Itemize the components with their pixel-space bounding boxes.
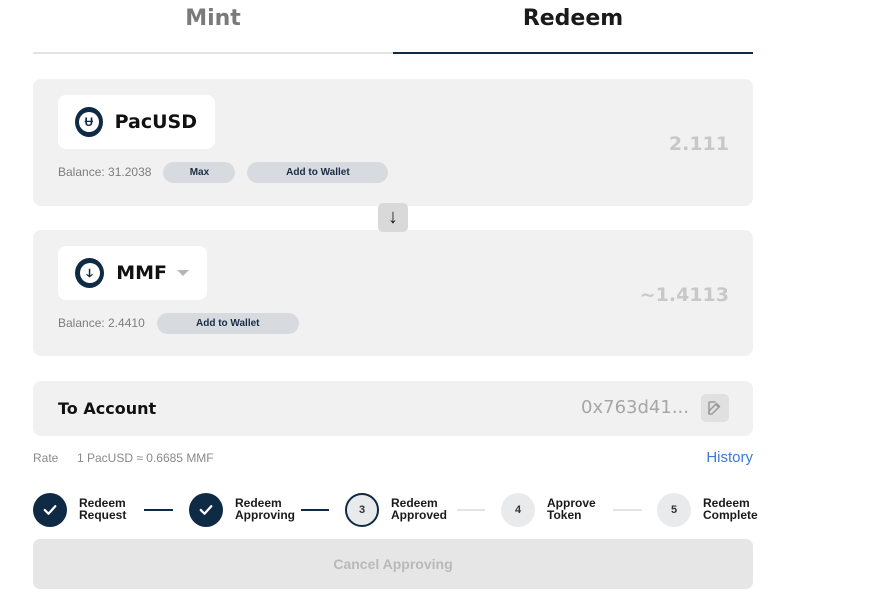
from-panel: Ʉ PacUSD 2.111 Balance: 31.2038 Max Add … <box>33 79 753 206</box>
max-button[interactable]: Max <box>163 161 236 183</box>
pacusd-icon: Ʉ <box>75 107 103 137</box>
step-connector <box>301 509 329 511</box>
step-connector <box>457 509 485 511</box>
mmf-icon: ↆ <box>75 258 105 288</box>
step-connector <box>613 509 642 511</box>
step-4-number: 4 <box>501 493 535 527</box>
rate-label: Rate <box>33 451 59 465</box>
step-3-number: 3 <box>345 493 379 527</box>
to-account-label: To Account <box>58 399 157 418</box>
step-5-label: Redeem Complete <box>703 496 758 522</box>
step-2-label: Redeem Approving <box>235 496 295 522</box>
to-token-name: MMF <box>116 262 167 284</box>
from-add-to-wallet-button[interactable]: Add to Wallet <box>247 161 389 183</box>
from-amount-input[interactable]: 2.111 <box>669 133 729 155</box>
to-token-selector[interactable]: ↆ MMF <box>58 246 207 300</box>
to-panel: ↆ MMF ~1.4113 Balance: 2.4410 Add to Wal… <box>33 230 753 356</box>
account-address: 0x763d41... <box>581 397 689 418</box>
step-2-check-icon <box>189 493 223 527</box>
from-token-name: PacUSD <box>114 111 197 133</box>
step-1-check-icon <box>33 493 67 527</box>
tab-mint[interactable]: Mint <box>33 0 393 54</box>
step-5-number: 5 <box>657 493 691 527</box>
from-balance-row: Balance: 31.2038 Max Add to Wallet <box>58 161 389 183</box>
from-token-selector[interactable]: Ʉ PacUSD <box>58 95 215 149</box>
progress-steps: Redeem Request Redeem Approving 3 Redeem Ap… <box>33 493 793 527</box>
edit-icon[interactable] <box>701 394 729 422</box>
arrow-down-icon[interactable]: ↓ <box>378 203 408 232</box>
tab-redeem[interactable]: Redeem <box>393 0 753 54</box>
step-1-label: Redeem Request <box>79 496 127 522</box>
history-link[interactable]: History <box>706 449 753 466</box>
mode-tabs: Mint Redeem <box>33 0 753 54</box>
to-balance-row: Balance: 2.4410 Add to Wallet <box>58 312 299 334</box>
rate-value: 1 PacUSD ≈ 0.6685 MMF <box>77 451 214 465</box>
to-account-panel: To Account 0x763d41... <box>33 381 753 436</box>
cancel-approving-button[interactable]: Cancel Approving <box>33 539 753 589</box>
rate-row: Rate 1 PacUSD ≈ 0.6685 MMF History <box>33 449 753 468</box>
from-balance: Balance: 31.2038 <box>58 165 152 179</box>
to-amount: ~1.4113 <box>639 284 729 306</box>
step-4-label: Approve Token <box>547 496 596 522</box>
to-balance: Balance: 2.4410 <box>58 316 145 330</box>
step-connector <box>144 509 173 511</box>
step-3-label: Redeem Approved <box>391 496 448 522</box>
chevron-down-icon <box>177 270 189 276</box>
to-add-to-wallet-button[interactable]: Add to Wallet <box>156 312 299 334</box>
